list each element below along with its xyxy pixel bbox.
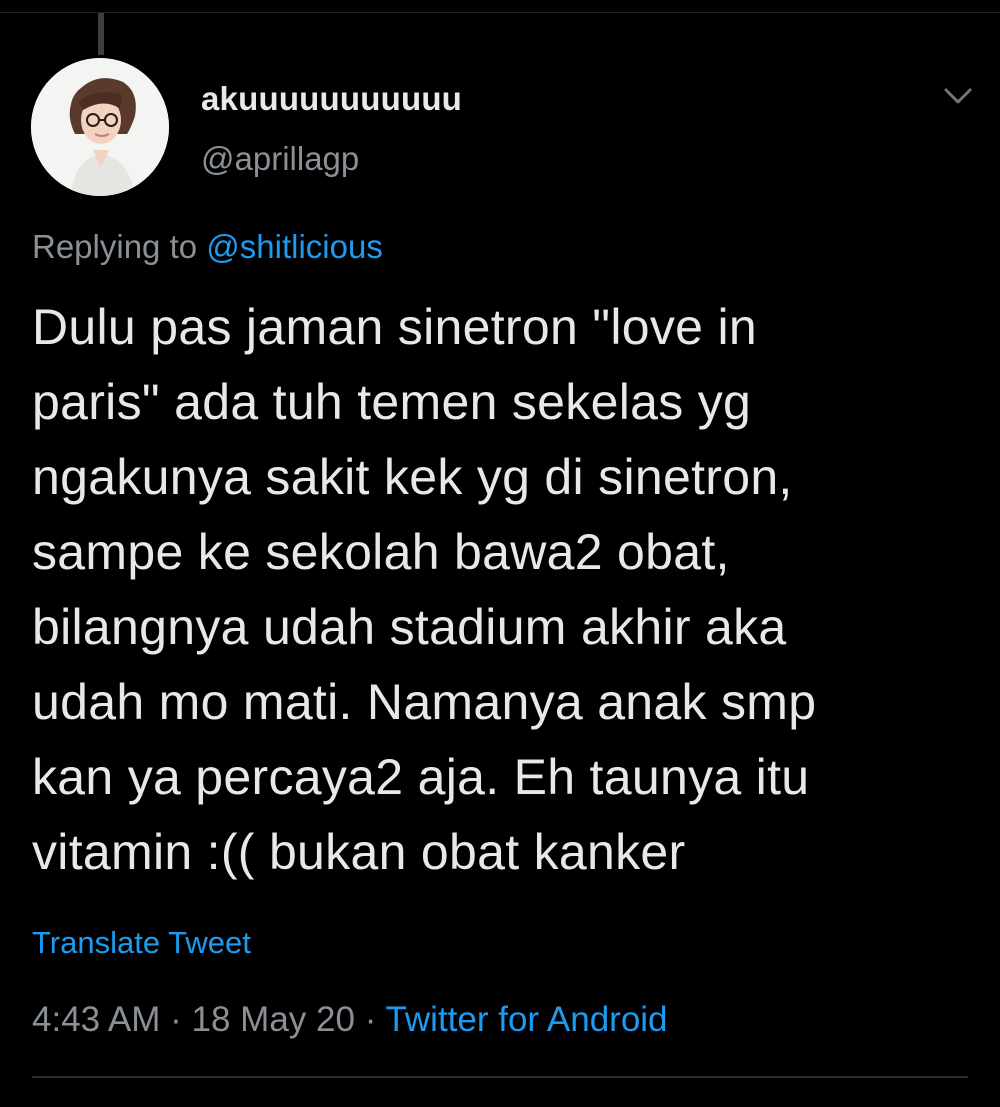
avatar[interactable] [31,58,169,196]
tweet-metadata: 4:43 AM · 18 May 20 · Twitter for Androi… [32,1000,668,1040]
tweet-line: kan ya percaya2 aja. Eh taunya itu [32,749,810,805]
reply-prefix: Replying to [32,228,198,265]
display-name[interactable]: akuuuuuuuuuuu [201,80,462,118]
tweet-line: bilangnya udah stadium akhir aka [32,599,787,655]
top-divider [0,12,1000,13]
tweet-date[interactable]: 18 May 20 [192,1000,355,1039]
tweet-time[interactable]: 4:43 AM [32,1000,160,1039]
meta-separator: · [160,1000,192,1039]
tweet-line: sampe ke sekolah bawa2 obat, [32,524,730,580]
tweet-text: Dulu pas jaman sinetron "love in paris" … [32,290,972,890]
replying-to: Replying to @shitlicious [32,228,383,266]
bottom-divider [32,1076,968,1078]
tweet-line: ngakunya sakit kek yg di sinetron, [32,449,793,505]
thread-connector-line [98,13,104,55]
tweet-line: paris" ada tuh temen sekelas yg [32,374,752,430]
tweet-line: vitamin :(( bukan obat kanker [32,824,686,880]
tweet-line: Dulu pas jaman sinetron "love in [32,299,757,355]
tweet-source-link[interactable]: Twitter for Android [385,1000,667,1039]
user-handle[interactable]: @aprillagp [201,140,359,178]
meta-separator: · [354,1000,386,1039]
avatar-image [31,58,169,196]
tweet-menu-button[interactable] [938,78,978,114]
reply-mention-link[interactable]: @shitlicious [206,228,383,265]
translate-tweet-link[interactable]: Translate Tweet [32,925,251,961]
chevron-down-icon [944,88,972,104]
tweet-line: udah mo mati. Namanya anak smp [32,674,817,730]
